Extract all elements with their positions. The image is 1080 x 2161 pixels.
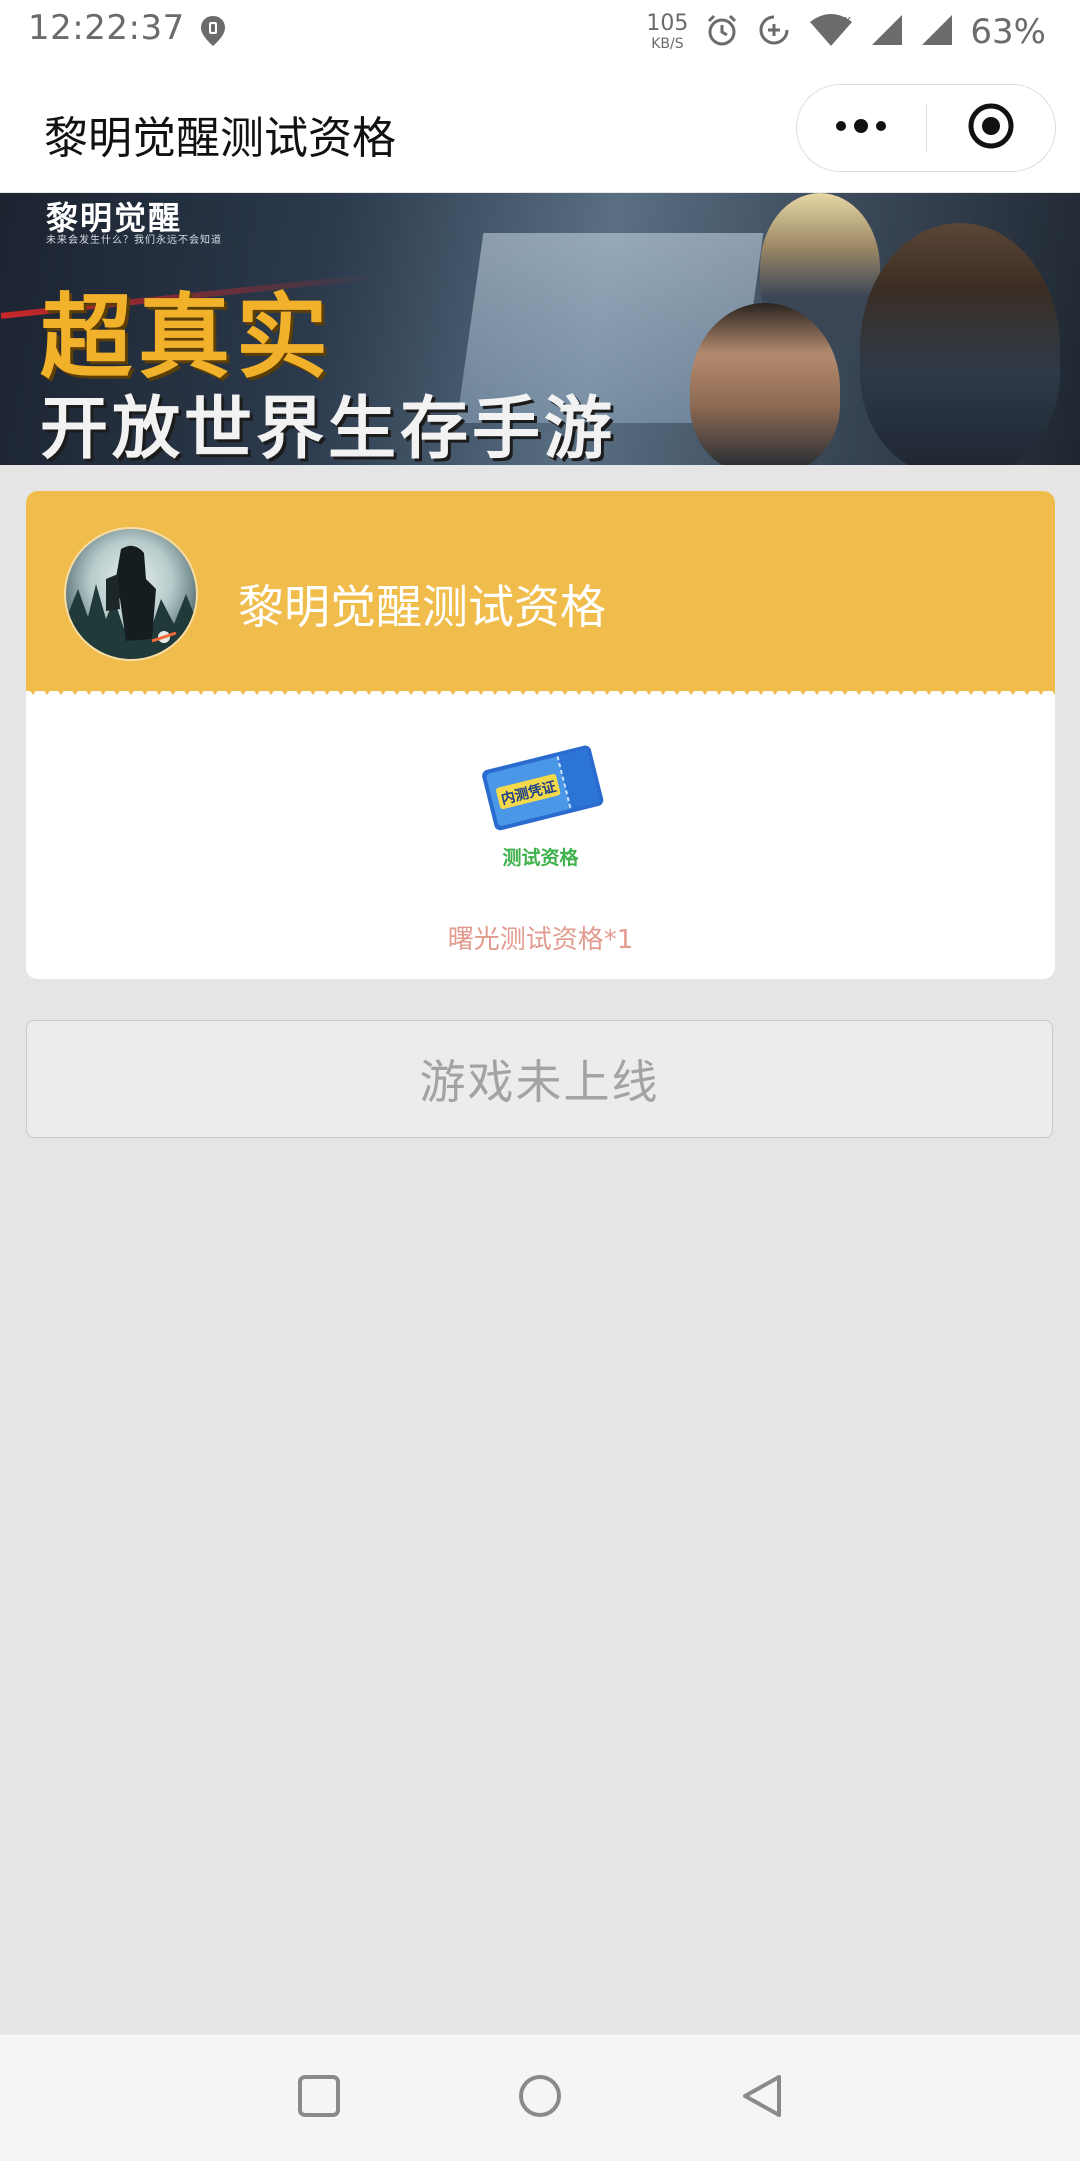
net-speed-unit: KB/S — [651, 36, 684, 52]
card-header-zigzag-edge — [26, 685, 1055, 699]
reward-card: 黎明觉醒测试资格 内测凭证 测试资格 曙光测试资格*1 — [26, 491, 1055, 979]
game-status-button[interactable]: 游戏未上线 — [26, 1020, 1053, 1138]
battery-percent: 63% — [970, 12, 1046, 52]
character-cowboy — [860, 223, 1060, 465]
more-dots-icon — [833, 116, 889, 140]
signal-icon — [870, 13, 904, 51]
target-close-icon — [966, 101, 1016, 155]
reward-detail: 曙光测试资格*1 — [447, 925, 634, 955]
alarm-icon — [704, 12, 740, 52]
net-speed-value: 105 — [646, 11, 689, 36]
recents-square-icon — [297, 2074, 341, 2122]
card-title: 黎明觉醒测试资格 — [238, 580, 606, 634]
recents-button[interactable] — [294, 2073, 344, 2123]
back-triangle-icon — [739, 2073, 785, 2123]
net-speed: 105 KB/S — [646, 11, 689, 52]
reward-label: 测试资格 — [502, 847, 579, 869]
back-button[interactable] — [737, 2073, 787, 2123]
character-man — [690, 303, 840, 465]
banner-subline: 开放世界生存手游 — [40, 390, 617, 465]
signal-icon — [920, 13, 954, 51]
svg-text:x: x — [844, 13, 851, 27]
wifi-icon: x — [808, 12, 854, 52]
home-button[interactable] — [515, 2073, 565, 2123]
close-button[interactable] — [927, 85, 1056, 171]
data-saver-icon — [756, 12, 792, 52]
status-bar: 12:22:37 105 KB/S x 63% — [0, 0, 1080, 64]
more-button[interactable] — [797, 85, 926, 171]
game-avatar — [66, 529, 196, 659]
location-icon — [198, 14, 228, 52]
status-time: 12:22:37 — [28, 8, 185, 48]
ticket-icon: 内测凭证 — [478, 735, 606, 835]
status-icons: 105 KB/S x 63% — [646, 6, 1046, 58]
nav-bar: 黎明觉醒测试资格 — [0, 64, 1080, 193]
card-header: 黎明觉醒测试资格 — [26, 491, 1055, 691]
capsule-menu — [796, 84, 1056, 172]
game-banner[interactable]: 黎明觉醒 未来会发生什么？我们永远不会知道 超真实 开放世界生存手游 — [0, 193, 1080, 465]
android-nav-bar — [0, 2034, 1080, 2161]
page-title: 黎明觉醒测试资格 — [44, 113, 396, 164]
banner-logo-subtext: 未来会发生什么？我们永远不会知道 — [46, 235, 222, 246]
home-circle-icon — [517, 2073, 563, 2123]
